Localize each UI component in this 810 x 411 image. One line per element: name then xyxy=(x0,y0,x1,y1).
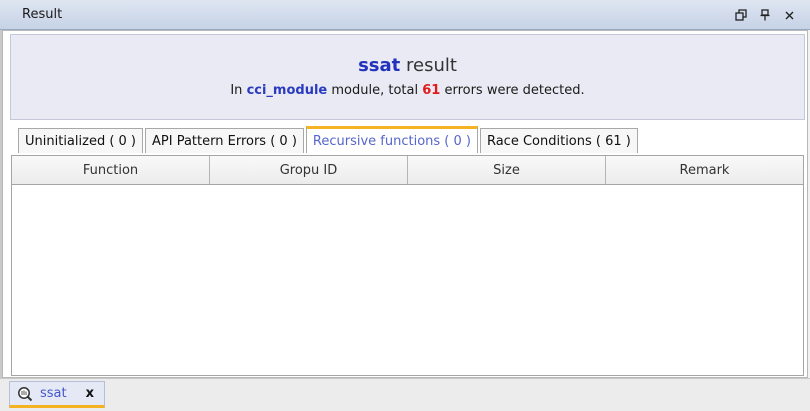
result-title: ssat result xyxy=(11,55,804,76)
result-panel: ssat result In cci_module module, total … xyxy=(2,30,808,378)
ssat-view-tab[interactable]: ssat x xyxy=(9,381,105,408)
result-header: ssat result In cci_module module, total … xyxy=(10,34,805,120)
ssat-tab-label: ssat xyxy=(40,386,67,401)
tab-api-pattern-errors[interactable]: API Pattern Errors ( 0 ) xyxy=(145,128,304,153)
tab-uninitialized[interactable]: Uninitialized ( 0 ) xyxy=(18,128,144,153)
result-summary: In cci_module module, total 61 errors we… xyxy=(11,83,804,98)
column-header-function[interactable]: Function xyxy=(12,156,210,184)
column-header-size[interactable]: Size xyxy=(408,156,606,184)
module-name: cci_module xyxy=(246,83,328,98)
results-table: Function Gropu ID Size Remark xyxy=(11,155,804,376)
panel-titlebar: Result xyxy=(0,0,810,30)
pin-icon[interactable] xyxy=(758,8,772,22)
tab-recursive-functions[interactable]: Recursive functions ( 0 ) xyxy=(305,126,478,153)
title-suffix: result xyxy=(400,55,457,76)
summary-suffix: errors were detected. xyxy=(440,83,585,98)
close-tab-icon[interactable]: x xyxy=(86,386,94,401)
column-header-group-id[interactable]: Gropu ID xyxy=(210,156,408,184)
tool-name: ssat xyxy=(358,55,401,76)
error-count: 61 xyxy=(422,83,441,98)
panel-title: Result xyxy=(22,7,63,22)
column-header-remark[interactable]: Remark xyxy=(606,156,803,184)
result-tabs: Uninitialized ( 0 ) API Pattern Errors (… xyxy=(18,126,638,154)
table-header: Function Gropu ID Size Remark xyxy=(12,156,803,185)
bottom-tab-bar: ssat x xyxy=(0,378,810,411)
tab-race-conditions[interactable]: Race Conditions ( 61 ) xyxy=(479,128,638,153)
search-icon xyxy=(16,385,34,403)
window-controls xyxy=(734,0,796,30)
summary-middle: module, total xyxy=(327,83,423,98)
summary-prefix: In xyxy=(230,83,247,98)
restore-icon[interactable] xyxy=(734,8,748,22)
close-icon[interactable] xyxy=(782,8,796,22)
